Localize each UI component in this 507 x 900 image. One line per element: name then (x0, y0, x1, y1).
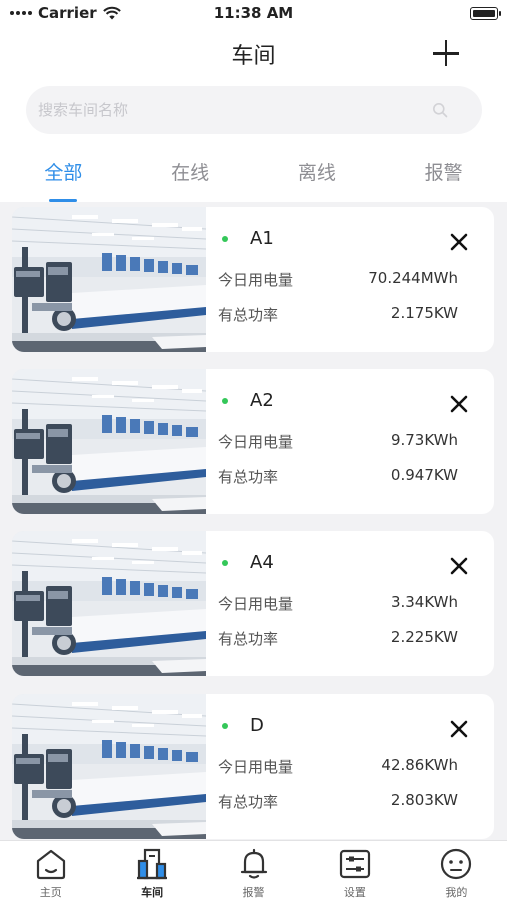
nav-bar: 车间 (0, 28, 507, 78)
close-icon[interactable] (448, 231, 470, 253)
workshop-name: A2 (250, 390, 274, 411)
tab-bar-alarm[interactable]: 报警 (203, 841, 304, 900)
search-box (26, 86, 482, 134)
energy-label: 今日用电量 (218, 433, 294, 451)
online-status-dot (222, 723, 228, 729)
workshop-name: D (250, 715, 264, 736)
search-input[interactable] (38, 86, 418, 134)
power-label: 有总功率 (218, 468, 279, 486)
clock: 11:38 AM (213, 4, 294, 22)
status-bar: Carrier 11:38 AM (0, 0, 507, 28)
screen: Carrier 11:38 AM 车间 全部 在线 离线 报警 (0, 0, 507, 900)
tab-bar-label: 报警 (242, 886, 265, 899)
energy-value: 9.73KWh (390, 431, 458, 449)
online-status-dot (222, 398, 228, 404)
workshop-card[interactable]: D 今日用电量 42.86KWh 有总功率 2.803KW (12, 694, 494, 839)
workshop-photo (12, 369, 206, 514)
battery-icon (470, 7, 501, 20)
close-icon[interactable] (448, 718, 470, 740)
tab-bar-label: 我的 (445, 886, 468, 899)
workshop-name: A1 (250, 228, 274, 249)
close-icon[interactable] (448, 393, 470, 415)
tab-offline[interactable]: 离线 (254, 142, 381, 202)
add-workshop-button[interactable] (431, 38, 461, 68)
energy-value: 70.244MWh (368, 269, 458, 287)
home-icon (36, 849, 65, 880)
close-icon[interactable] (448, 555, 470, 577)
card-body: D 今日用电量 42.86KWh 有总功率 2.803KW (206, 694, 494, 839)
tab-alarm[interactable]: 报警 (380, 142, 507, 202)
workshop-card[interactable]: A2 今日用电量 9.73KWh 有总功率 0.947KW (12, 369, 494, 514)
online-status-dot (222, 560, 228, 566)
workshop-name: A4 (250, 552, 274, 573)
card-body: A4 今日用电量 3.34KWh 有总功率 2.225KW (206, 531, 494, 676)
tab-bar-settings[interactable]: 设置 (304, 841, 405, 900)
card-body: A2 今日用电量 9.73KWh 有总功率 0.947KW (206, 369, 494, 514)
face-icon (441, 848, 472, 880)
tab-bar-label: 车间 (141, 886, 164, 899)
tab-all[interactable]: 全部 (0, 142, 127, 202)
workshop-card[interactable]: A1 今日用电量 70.244MWh 有总功率 2.175KW (12, 207, 494, 352)
online-status-dot (222, 236, 228, 242)
power-value: 2.225KW (390, 628, 458, 646)
power-label: 有总功率 (218, 630, 279, 648)
workshop-photo (12, 531, 206, 676)
energy-value: 42.86KWh (381, 756, 458, 774)
building-icon (137, 848, 168, 880)
tab-bar-profile[interactable]: 我的 (406, 841, 507, 900)
bell-icon (240, 848, 267, 879)
energy-label: 今日用电量 (218, 595, 294, 613)
power-value: 2.175KW (390, 304, 458, 322)
tab-bar-label: 设置 (343, 886, 366, 899)
card-body: A1 今日用电量 70.244MWh 有总功率 2.175KW (206, 207, 494, 352)
workshop-photo (12, 207, 206, 352)
tab-online[interactable]: 在线 (127, 142, 254, 202)
power-label: 有总功率 (218, 793, 279, 811)
sliders-icon (339, 849, 371, 879)
power-value: 2.803KW (390, 791, 458, 809)
workshop-card[interactable]: A4 今日用电量 3.34KWh 有总功率 2.225KW (12, 531, 494, 676)
energy-value: 3.34KWh (390, 593, 458, 611)
energy-label: 今日用电量 (218, 271, 294, 289)
tab-bar-label: 主页 (39, 886, 62, 899)
tab-bar-home[interactable]: 主页 (0, 841, 101, 900)
energy-label: 今日用电量 (218, 758, 294, 776)
power-label: 有总功率 (218, 306, 279, 324)
bottom-tab-bar: 主页 车间 报警 设置 我的 (0, 840, 507, 900)
tab-bar-workshop[interactable]: 车间 (101, 841, 202, 900)
filter-tabs: 全部 在线 离线 报警 (0, 142, 507, 202)
workshop-photo (12, 694, 206, 839)
search-section (0, 78, 507, 142)
workshop-list: A1 今日用电量 70.244MWh 有总功率 2.175KW A2 今日用电量… (0, 202, 507, 840)
search-icon[interactable] (432, 102, 448, 118)
power-value: 0.947KW (390, 466, 458, 484)
